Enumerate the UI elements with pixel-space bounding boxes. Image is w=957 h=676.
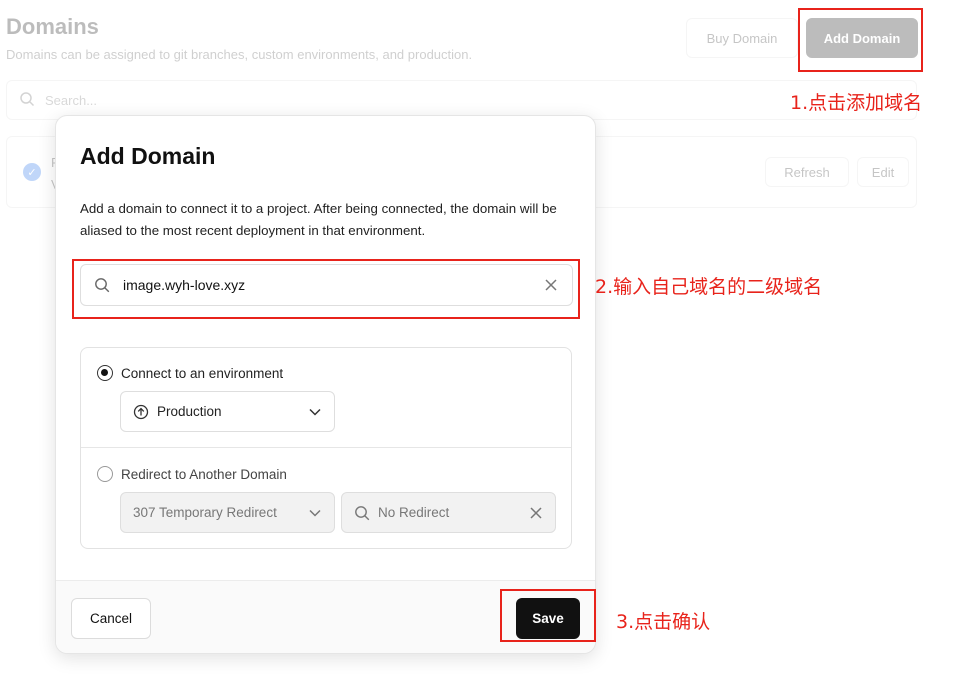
radio-icon[interactable]: [97, 365, 113, 381]
annotation-box-save: [500, 589, 596, 642]
add-domain-dialog: Add Domain Add a domain to connect it to…: [55, 115, 596, 654]
option-connect-environment[interactable]: Connect to an environment: [97, 365, 283, 381]
annotation-box-domain-input: [72, 259, 580, 319]
chevron-down-icon: [308, 405, 322, 419]
chevron-down-icon: [308, 506, 322, 520]
redirect-type-select[interactable]: 307 Temporary Redirect: [120, 492, 335, 533]
refresh-button[interactable]: Refresh: [765, 157, 849, 187]
option-connect-label: Connect to an environment: [121, 365, 284, 381]
divider: [81, 447, 571, 448]
search-icon: [19, 91, 35, 110]
environment-select[interactable]: Production: [120, 391, 335, 432]
arrow-up-circle-icon: [133, 404, 149, 420]
annotation-step-3: 3.点击确认: [616, 611, 711, 633]
option-redirect-domain[interactable]: Redirect to Another Domain: [97, 466, 287, 482]
redirect-target-input[interactable]: No Redirect: [341, 492, 556, 533]
page-subtitle: Domains can be assigned to git branches,…: [6, 47, 473, 62]
check-circle-icon: ✓: [23, 163, 41, 181]
dialog-description: Add a domain to connect it to a project.…: [80, 201, 557, 238]
edit-button[interactable]: Edit: [857, 157, 909, 187]
environment-select-value: Production: [157, 404, 222, 419]
dialog-title: Add Domain: [80, 143, 216, 169]
search-bar[interactable]: Search...: [6, 80, 917, 120]
annotation-step-2: 2.输入自己域名的二级域名: [595, 276, 823, 298]
clear-icon[interactable]: [529, 506, 543, 520]
annotation-box-add-domain: [798, 8, 923, 72]
option-redirect-label: Redirect to Another Domain: [121, 466, 287, 482]
redirect-type-value: 307 Temporary Redirect: [133, 505, 277, 520]
cancel-button[interactable]: Cancel: [71, 598, 151, 639]
buy-domain-button[interactable]: Buy Domain: [686, 18, 798, 58]
radio-icon[interactable]: [97, 466, 113, 482]
page-title: Domains: [6, 14, 99, 39]
search-placeholder: Search...: [45, 92, 98, 108]
domain-options-panel: Connect to an environment Production Red…: [80, 347, 572, 549]
annotation-step-1: 1.点击添加域名: [790, 92, 923, 114]
search-icon: [354, 505, 370, 521]
redirect-target-placeholder: No Redirect: [378, 505, 450, 520]
